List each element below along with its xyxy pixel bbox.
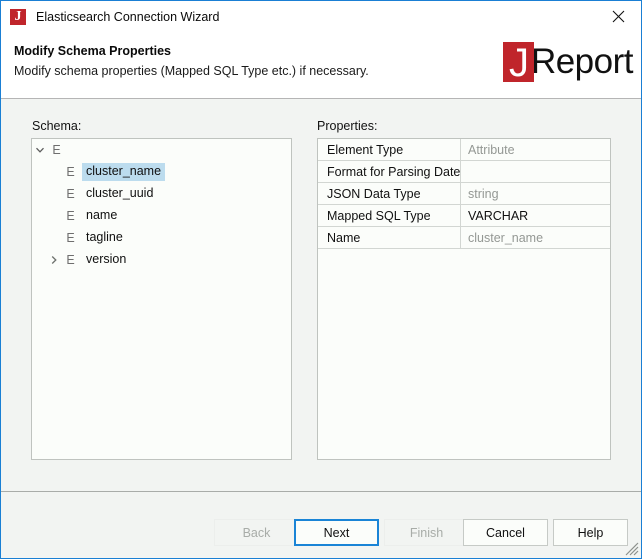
property-row: JSON Data Type string [318,183,610,205]
property-value-cell[interactable] [461,161,610,182]
wizard-header: Modify Schema Properties Modify schema p… [1,32,641,99]
property-value-cell: string [468,186,499,201]
page-subtitle: Modify schema properties (Mapped SQL Typ… [14,64,369,78]
element-type-tag: E [66,231,75,245]
properties-section-label: Properties: [317,119,378,133]
tree-item-cluster_name[interactable]: Ecluster_name [32,161,291,183]
property-value-cell[interactable]: VARCHAR [461,205,610,226]
property-value-cell: cluster_name [468,230,544,245]
title-bar[interactable]: J Elasticsearch Connection Wizard [1,1,641,32]
window-title: Elasticsearch Connection Wizard [36,9,220,24]
schema-tree: E Ecluster_name Ecluster_uuid Ename Etagline… [32,139,291,271]
close-icon [612,10,624,22]
resize-grip-icon[interactable] [625,542,639,556]
tree-item-label: tagline [86,230,123,244]
property-row: Name cluster_name [318,227,610,249]
property-value-cell: Attribute [468,142,515,157]
property-name-cell: Mapped SQL Type [318,205,461,226]
element-type-tag: E [52,143,61,157]
tree-item-root[interactable]: E [32,139,291,161]
properties-table: Element Type Attribute Format for Parsing … [318,139,610,249]
app-icon-letter: J [14,8,22,24]
tree-item-tagline[interactable]: Etagline [32,227,291,249]
back-button[interactable]: Back [214,519,299,546]
chevron-right-icon[interactable] [46,255,62,265]
element-type-tag: E [66,209,75,223]
tree-item-label: version [86,252,127,266]
jreport-logo: J Report [502,40,634,85]
property-name-cell: Format for Parsing Date/T... [318,161,461,182]
tree-item-label: cluster_uuid [86,186,154,200]
tree-item-version[interactable]: Eversion [32,249,291,271]
help-button[interactable]: Help [553,519,628,546]
property-name-cell: Name [318,227,461,248]
schema-section-label: Schema: [32,119,82,133]
property-row: Mapped SQL Type VARCHAR [318,205,610,227]
property-row: Element Type Attribute [318,139,610,161]
schema-tree-panel[interactable]: E Ecluster_name Ecluster_uuid Ename Etagline… [31,138,292,460]
wizard-body: Schema: E Ecluster_name Ecluster_uuid Ename… [1,99,641,491]
property-name-cell: Element Type [318,139,461,160]
properties-table-panel[interactable]: Element Type Attribute Format for Parsing … [317,138,611,460]
wizard-footer: Back Next Finish Cancel Help [1,492,641,558]
close-button[interactable] [595,1,641,31]
tree-item-label: cluster_name [82,163,166,181]
jreport-j-icon: J [10,8,26,25]
element-type-tag: E [66,165,75,179]
jreport-logo-mark: J [502,41,534,85]
tree-item-label: name [86,208,118,222]
cancel-button[interactable]: Cancel [463,519,548,546]
property-name-cell: JSON Data Type [318,183,461,204]
next-button[interactable]: Next [294,519,379,546]
jreport-logo-letter: J [508,41,529,85]
property-row: Format for Parsing Date/T... [318,161,610,183]
tree-item-cluster_uuid[interactable]: Ecluster_uuid [32,183,291,205]
element-type-tag: E [66,187,75,201]
jreport-logo-word: Report [530,42,634,81]
finish-button[interactable]: Finish [384,519,469,546]
wizard-dialog-window: J Elasticsearch Connection Wizard Modify… [0,0,642,559]
page-title: Modify Schema Properties [14,44,171,58]
chevron-down-icon[interactable] [32,145,48,155]
tree-item-name[interactable]: Ename [32,205,291,227]
element-type-tag: E [66,253,75,267]
